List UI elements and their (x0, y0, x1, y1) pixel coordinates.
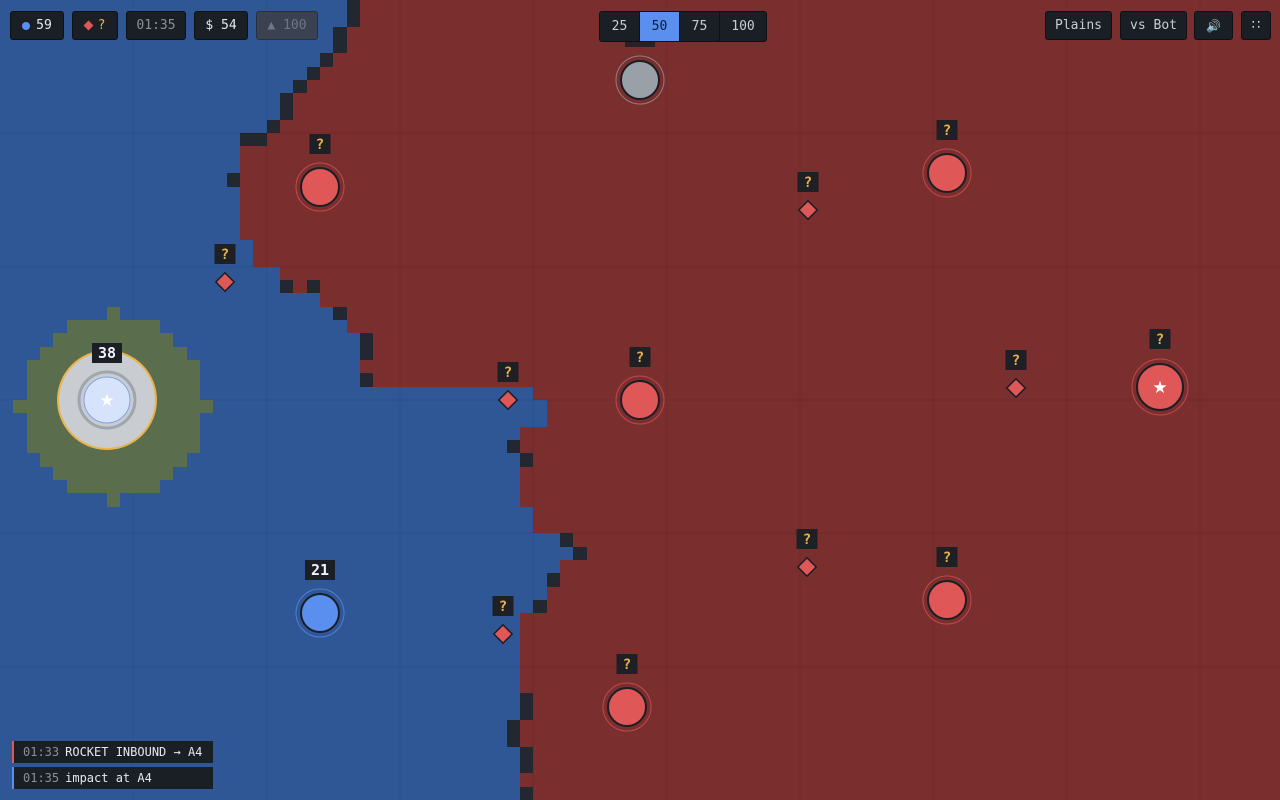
zoom-selector: 25 50 75 100 (599, 11, 767, 42)
log-entry: 01:35 impact at A4 (12, 767, 213, 789)
enemy-count-badge: ? (72, 11, 118, 40)
enemy-count: ? (97, 18, 106, 33)
city-circle (300, 167, 340, 207)
node-label: 38 (98, 344, 116, 362)
city-circle (620, 380, 660, 420)
city-circle (620, 60, 660, 100)
blue-count: 59 (36, 18, 52, 33)
game-map[interactable]: 27????★38???★???21?? (0, 0, 1280, 800)
troop-cap-button[interactable]: ▲ 100 (256, 11, 318, 40)
node-label: ? (316, 137, 324, 153)
node-label: ? (221, 247, 229, 263)
menu-icon: ∷ (1251, 18, 1261, 33)
node-label: ? (943, 550, 951, 566)
mode-label: vs Bot (1130, 18, 1177, 33)
zoom-option-25[interactable]: 25 (600, 12, 640, 41)
log-time: 01:35 (23, 771, 60, 785)
star-icon: ★ (99, 391, 114, 411)
node-label: ? (623, 657, 631, 673)
log-text: ROCKET INBOUND → A4 (65, 745, 203, 759)
zoom-option-50[interactable]: 50 (640, 12, 680, 41)
money-value: $ 54 (205, 18, 237, 33)
node-label: ? (504, 365, 512, 381)
menu-button[interactable]: ∷ (1241, 11, 1271, 40)
timer-value: 01:35 (136, 18, 176, 33)
node-label: ? (1156, 332, 1164, 348)
node-label: ? (804, 175, 812, 191)
city-circle (927, 580, 967, 620)
terrain-label: Plains (1055, 18, 1102, 33)
node-label: ? (499, 599, 507, 615)
sound-button[interactable]: 🔊 (1194, 11, 1233, 40)
node-label: ? (803, 532, 811, 548)
terrain-button[interactable]: Plains (1045, 11, 1112, 40)
zoom-option-100[interactable]: 100 (720, 12, 766, 41)
blue-dot-icon (22, 21, 31, 30)
log-time: 01:33 (23, 745, 60, 759)
node-label: 21 (311, 561, 329, 579)
sound-icon: 🔊 (1206, 18, 1221, 33)
mode-button[interactable]: vs Bot (1120, 11, 1187, 40)
timer: 01:35 (126, 11, 186, 40)
red-diamond-icon (83, 20, 94, 31)
node-label: ? (1012, 353, 1020, 369)
node-label: ? (636, 350, 644, 366)
city-circle (300, 593, 340, 633)
star-icon: ★ (1152, 378, 1167, 398)
city-circle (607, 687, 647, 727)
money-badge: $ 54 (194, 11, 248, 40)
zoom-option-75[interactable]: 75 (680, 12, 720, 41)
troop-cap-value: ▲ 100 (267, 18, 307, 33)
city-circle (927, 153, 967, 193)
log-text: impact at A4 (65, 771, 152, 785)
node-label: ? (943, 123, 951, 139)
blue-count-badge: 59 (10, 11, 64, 40)
log-entry: 01:33 ROCKET INBOUND → A4 (12, 741, 213, 763)
